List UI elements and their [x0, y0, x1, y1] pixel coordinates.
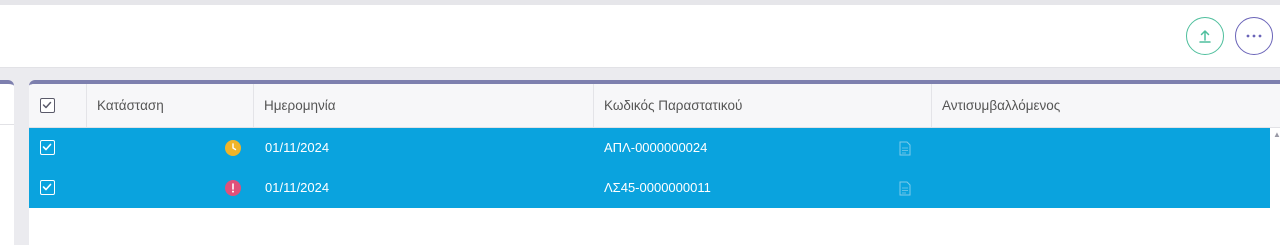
documents-grid: Κατάσταση Ημερομηνία Κωδικός Παραστατικο…: [29, 80, 1280, 245]
upload-icon: [1199, 30, 1211, 43]
more-horizontal-icon: [1246, 34, 1262, 38]
row-checkbox[interactable]: [40, 140, 55, 155]
clock-icon: [225, 140, 241, 156]
column-header-date[interactable]: Ημερομηνία: [254, 84, 594, 127]
table-row[interactable]: 01/11/2024 ΛΣ45-0000000011: [29, 168, 1270, 208]
document-icon[interactable]: [899, 141, 911, 156]
cell-date: 01/11/2024: [265, 180, 330, 195]
check-icon: [42, 101, 52, 109]
column-header-status[interactable]: Κατάσταση: [87, 84, 254, 127]
cell-date: 01/11/2024: [265, 140, 330, 155]
grid-header: Κατάσταση Ημερομηνία Κωδικός Παραστατικο…: [29, 84, 1280, 128]
left-panel: [0, 80, 14, 245]
row-checkbox[interactable]: [40, 180, 55, 195]
table-row[interactable]: 01/11/2024 ΑΠΛ-0000000024: [29, 128, 1270, 168]
error-icon: [225, 180, 241, 196]
check-icon: [42, 143, 52, 151]
document-icon[interactable]: [899, 181, 911, 196]
toolbar: [0, 5, 1280, 68]
scroll-up-arrow[interactable]: ▲: [1273, 130, 1280, 139]
select-all-checkbox[interactable]: [40, 98, 55, 113]
header-select-cell: [29, 84, 87, 127]
left-panel-divider: [0, 124, 14, 125]
cell-document-code: ΑΠΛ-0000000024: [604, 140, 708, 155]
column-header-counterparty[interactable]: Αντισυμβαλλόμενος: [932, 84, 1280, 127]
check-icon: [42, 183, 52, 191]
column-header-document-code[interactable]: Κωδικός Παραστατικού: [594, 84, 932, 127]
upload-button[interactable]: [1186, 17, 1224, 55]
more-options-button[interactable]: [1235, 17, 1273, 55]
cell-document-code: ΛΣ45-0000000011: [604, 180, 711, 195]
